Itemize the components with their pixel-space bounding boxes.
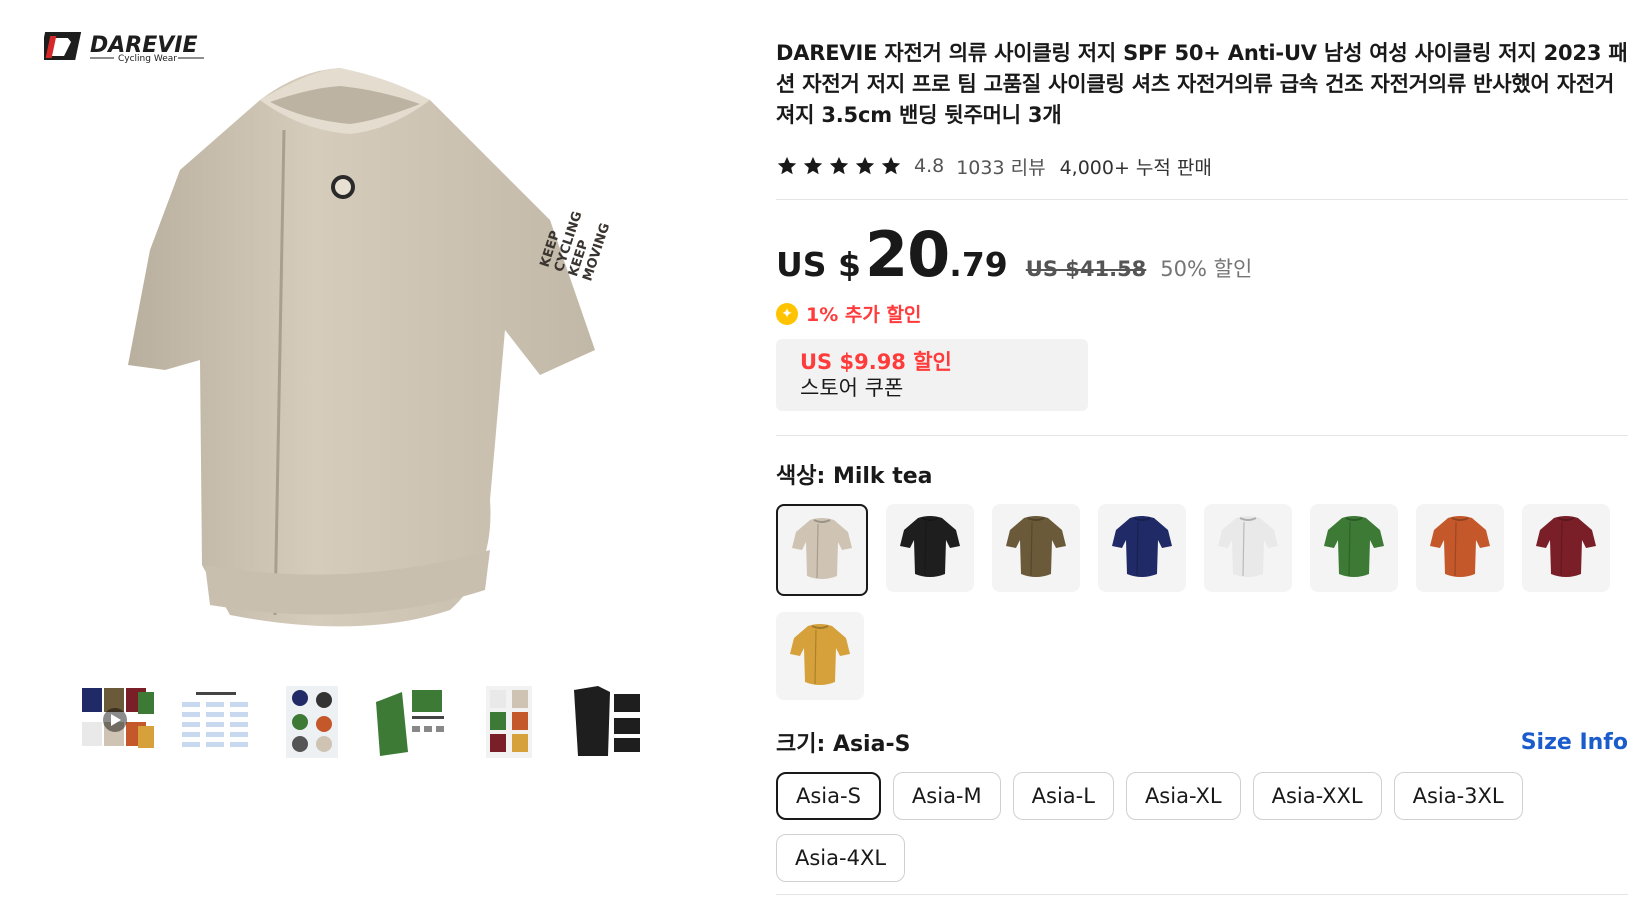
color-label: 색상: (776, 464, 833, 489)
image-gallery: DAREVIE Cycling Wear KEEP CYCLING KEEP M… (0, 0, 700, 916)
jersey-thumbnail-icon (1006, 516, 1066, 577)
thumbnail-color-collage[interactable] (470, 682, 548, 762)
product-title: DAREVIE 자전거 의류 사이클링 저지 SPF 50+ Anti-UV 남… (776, 41, 1628, 127)
color-swatch-burgundy[interactable] (1522, 504, 1610, 592)
size-label-row: 크기: Asia-S Size Info (776, 726, 1628, 758)
size-label: 크기: (776, 732, 833, 757)
color-swatch-black[interactable] (886, 504, 974, 592)
thumbnail-colors-video[interactable] (78, 682, 156, 762)
size-info-link[interactable]: Size Info (1521, 730, 1628, 755)
jersey-thumbnail-icon (790, 624, 850, 685)
extra-discount: ✦ 1% 추가 할인 (776, 300, 1628, 327)
jersey-thumbnail-icon (900, 516, 960, 577)
discount-percent: 50% 할인 (1160, 257, 1253, 281)
reviews-link[interactable]: 1033 리뷰 (956, 153, 1045, 180)
star-rating[interactable] (776, 155, 902, 177)
star-icon (829, 156, 849, 175)
thumbnail-green-detail[interactable] (372, 682, 450, 762)
star-icon (855, 156, 875, 175)
divider (776, 435, 1628, 436)
size-option-asia-s[interactable]: Asia-S (776, 772, 881, 820)
store-coupon[interactable]: US $9.98 할인 스토어 쿠폰 (776, 339, 1088, 411)
price-row: US $ 20 .79 US $41.58 50% 할인 (776, 224, 1628, 286)
color-label-row: 색상: Milk tea (776, 458, 1628, 490)
coupon-amount: US $9.98 할인 (800, 350, 952, 374)
original-price: US $41.58 (1025, 257, 1147, 281)
rating-row: 4.8 1033 리뷰 4,000+ 누적 판매 (776, 151, 1628, 181)
jersey-thumbnail-icon (1536, 516, 1596, 577)
size-option-asia-l[interactable]: Asia-L (1012, 772, 1114, 820)
jersey-thumbnail-icon (1218, 516, 1278, 577)
color-swatch-white[interactable] (1204, 504, 1292, 592)
price-decimal: .79 (949, 245, 1008, 284)
size-option-asia-3xl[interactable]: Asia-3XL (1393, 772, 1523, 820)
size-option-asia-m[interactable]: Asia-M (892, 772, 1001, 820)
color-selected-value: Milk tea (832, 464, 933, 489)
product-info-panel: DAREVIE 자전거 의류 사이클링 저지 SPF 50+ Anti-UV 남… (776, 38, 1628, 895)
star-icon (881, 156, 901, 175)
extra-discount-label: 1% 추가 할인 (806, 304, 922, 326)
color-swatches (776, 504, 1646, 700)
size-options: Asia-S Asia-M Asia-L Asia-XL Asia-XXL Asia-3X… (776, 772, 1536, 882)
color-swatch-green[interactable] (1310, 504, 1398, 592)
jersey-thumbnail-icon (1430, 516, 1490, 577)
star-icon (803, 156, 823, 175)
size-option-asia-4xl[interactable]: Asia-4XL (776, 834, 906, 882)
jersey-thumbnail-icon (1112, 516, 1172, 577)
thumbnail-black-detail[interactable] (568, 682, 646, 762)
color-swatch-orange[interactable] (1416, 504, 1504, 592)
size-selected-value: Asia-S (832, 732, 911, 757)
main-product-image[interactable]: KEEP CYCLING KEEP MOVING (110, 30, 630, 660)
price-currency: US $ (776, 245, 862, 284)
color-swatch-mustard[interactable] (776, 612, 864, 700)
sold-count: 4,000+ 누적 판매 (1059, 156, 1212, 179)
rating-value: 4.8 (914, 155, 945, 177)
coin-icon: ✦ (776, 302, 798, 325)
size-option-asia-xl[interactable]: Asia-XL (1125, 772, 1241, 820)
divider (776, 894, 1628, 895)
color-swatch-olive-brown[interactable] (992, 504, 1080, 592)
jersey-thumbnail-icon (1324, 516, 1384, 577)
coupon-label: 스토어 쿠폰 (800, 376, 904, 400)
size-option-asia-xxl[interactable]: Asia-XXL (1252, 772, 1382, 820)
divider (776, 199, 1628, 200)
thumbnail-riders[interactable] (274, 682, 352, 762)
jersey-thumbnail-icon (792, 518, 852, 579)
color-swatch-navy[interactable] (1098, 504, 1186, 592)
star-icon (777, 156, 797, 175)
price-integer: 20 (865, 218, 950, 291)
thumbnail-size-chart[interactable] (176, 682, 254, 762)
color-swatch-milk-tea[interactable] (776, 504, 868, 596)
thumbnail-strip (78, 682, 646, 766)
